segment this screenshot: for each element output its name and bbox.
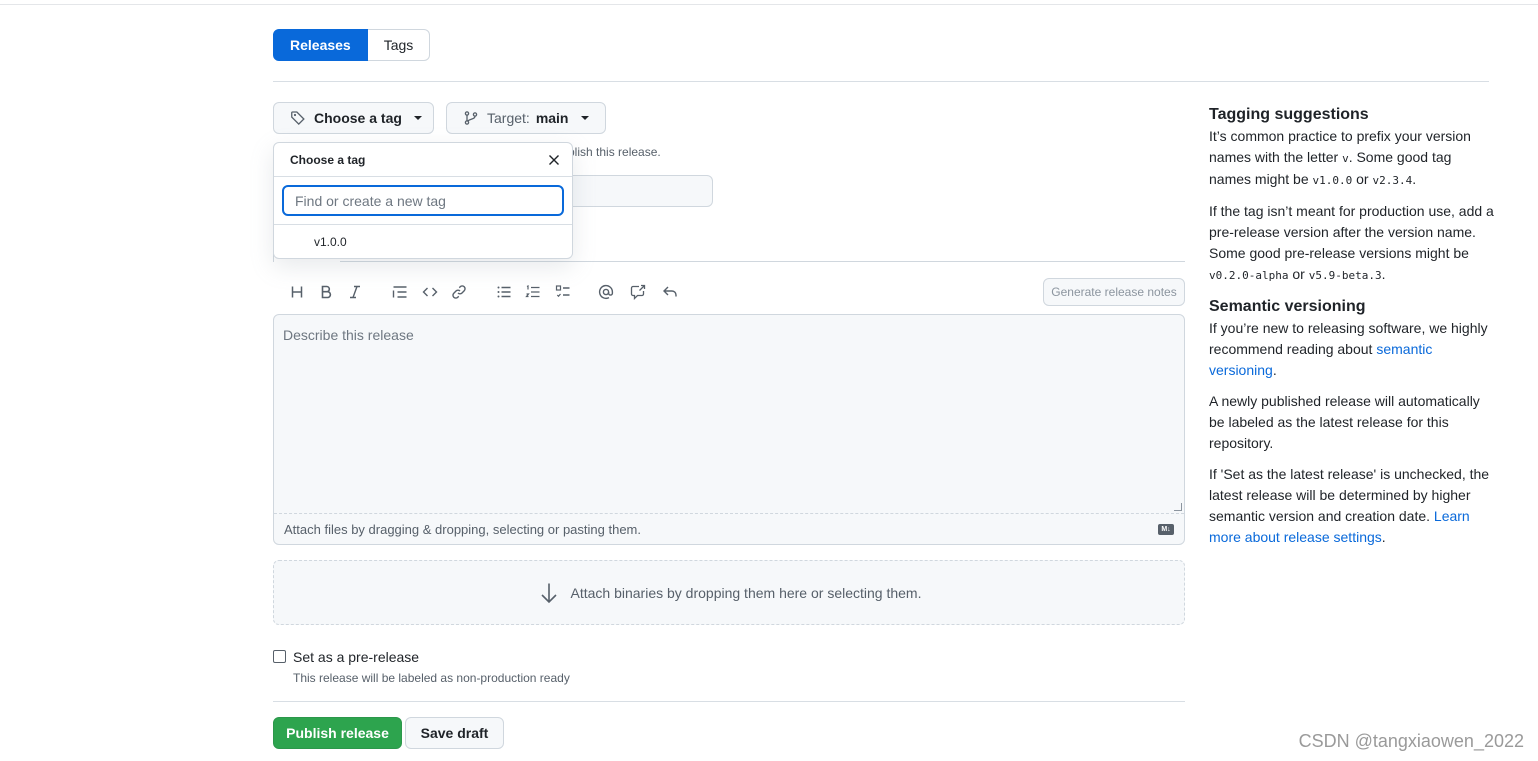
heading-icon[interactable] bbox=[285, 280, 309, 304]
ordered-list-icon[interactable] bbox=[521, 280, 545, 304]
link-icon[interactable] bbox=[447, 280, 471, 304]
tag-search-placeholder: Find or create a new tag bbox=[295, 192, 446, 209]
close-icon[interactable] bbox=[546, 152, 562, 168]
tab-tags[interactable]: Tags bbox=[367, 29, 431, 61]
release-title-input[interactable] bbox=[560, 175, 713, 207]
actions-divider bbox=[273, 701, 1185, 702]
save-draft-button[interactable]: Save draft bbox=[405, 717, 504, 749]
publish-release-button[interactable]: Publish release bbox=[273, 717, 402, 749]
tag-option-label: v1.0.0 bbox=[314, 234, 347, 249]
prerelease-checkbox[interactable] bbox=[273, 650, 286, 663]
tagging-paragraph-2: If the tag isn’t meant for production us… bbox=[1209, 203, 1494, 282]
dropdown-title: Choose a tag bbox=[290, 152, 366, 167]
tab-releases[interactable]: Releases bbox=[273, 29, 368, 61]
generate-release-notes-button[interactable]: Generate release notes bbox=[1043, 278, 1185, 306]
bold-icon[interactable] bbox=[314, 280, 338, 304]
target-value: main bbox=[535, 110, 569, 126]
top-divider bbox=[0, 4, 1538, 5]
choose-tag-label: Choose a tag bbox=[314, 110, 402, 126]
task-list-icon[interactable] bbox=[551, 280, 575, 304]
caret-down-icon bbox=[580, 116, 589, 120]
watermark: CSDN @tangxiaowen_2022 bbox=[1298, 731, 1524, 751]
tagging-paragraph-1: It’s common practice to prefix your vers… bbox=[1209, 128, 1471, 187]
latest-release-paragraph: A newly published release will automatic… bbox=[1209, 393, 1480, 451]
release-description-textarea[interactable]: Describe this release Attach files by dr… bbox=[273, 314, 1185, 545]
prerelease-label[interactable]: Set as a pre-release bbox=[293, 649, 419, 665]
semantic-versioning-title: Semantic versioning bbox=[1209, 298, 1366, 315]
cross-reference-icon[interactable] bbox=[626, 280, 650, 304]
dropdown-header: Choose a tag bbox=[274, 143, 572, 177]
italic-icon[interactable] bbox=[343, 280, 367, 304]
prerelease-note: This release will be labeled as non-prod… bbox=[293, 671, 570, 685]
semver-paragraph: If you’re new to releasing software, we … bbox=[1209, 320, 1488, 378]
markdown-icon[interactable]: M↓ bbox=[1158, 524, 1174, 535]
choose-tag-button[interactable]: Choose a tag bbox=[273, 102, 434, 134]
target-branch-button[interactable]: Target: main bbox=[446, 102, 606, 134]
tag-option[interactable]: v1.0.0 bbox=[274, 225, 572, 258]
attach-binaries-dropzone[interactable]: Attach binaries by dropping them here or… bbox=[273, 560, 1185, 625]
arrow-down-icon bbox=[540, 583, 557, 603]
reply-icon[interactable] bbox=[658, 280, 682, 304]
quote-icon[interactable] bbox=[388, 280, 412, 304]
attach-files-bar[interactable]: Attach files by dragging & dropping, sel… bbox=[274, 513, 1184, 544]
code-icon[interactable] bbox=[418, 280, 442, 304]
tag-hint-text: blish this release. bbox=[568, 145, 661, 159]
attach-files-hint: Attach files by dragging & dropping, sel… bbox=[284, 521, 641, 537]
tag-search-wrapper: Find or create a new tag bbox=[274, 177, 572, 225]
editor-tabs-divider bbox=[340, 261, 1185, 262]
tagging-suggestions-title: Tagging suggestions bbox=[1209, 106, 1369, 123]
choose-tag-dropdown: Choose a tag Find or create a new tag v1… bbox=[273, 142, 573, 259]
sidebar-help: Tagging suggestions It’s common practice… bbox=[1209, 104, 1494, 558]
unordered-list-icon[interactable] bbox=[492, 280, 516, 304]
tag-search-input[interactable]: Find or create a new tag bbox=[282, 185, 564, 216]
target-label: Target: bbox=[487, 110, 530, 126]
git-branch-icon bbox=[463, 110, 479, 126]
resize-grip-icon[interactable] bbox=[1174, 503, 1182, 511]
releases-tags-nav: Releases Tags bbox=[273, 29, 431, 61]
caret-down-icon bbox=[413, 116, 422, 120]
attach-binaries-label: Attach binaries by dropping them here or… bbox=[570, 584, 922, 601]
tag-icon bbox=[290, 110, 306, 126]
mention-icon[interactable] bbox=[594, 280, 618, 304]
header-divider bbox=[273, 81, 1489, 82]
description-placeholder: Describe this release bbox=[283, 327, 414, 343]
latest-release-settings-paragraph: If 'Set as the latest release' is unchec… bbox=[1209, 466, 1490, 545]
